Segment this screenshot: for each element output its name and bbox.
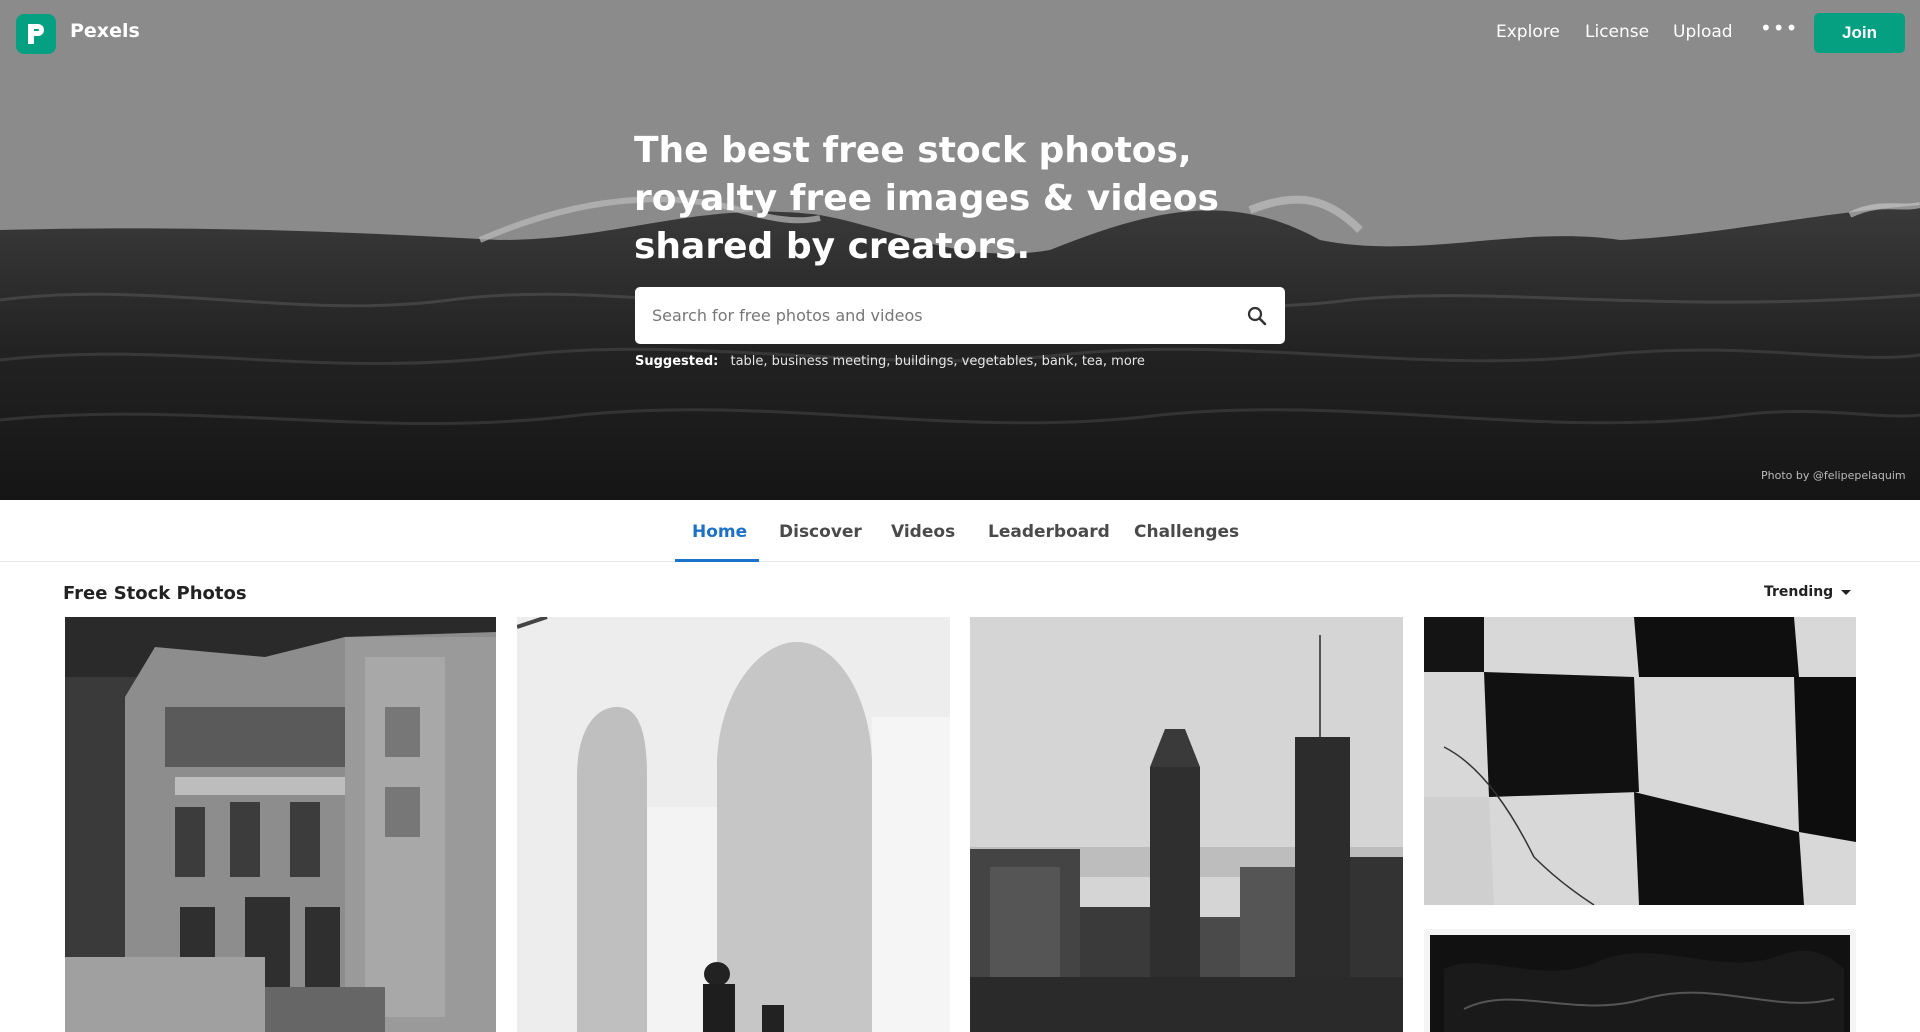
ellipsis-icon[interactable]: •••: [1760, 18, 1797, 44]
content-tabs: Home Discover Videos Leaderboard Challen…: [0, 500, 1920, 562]
tab-leaderboard[interactable]: Leaderboard: [988, 522, 1110, 542]
top-navigation: Pexels Explore License Upload ••• Join: [0, 0, 1920, 66]
search-bar: [635, 287, 1285, 344]
search-icon[interactable]: [1245, 304, 1269, 328]
search-input[interactable]: [652, 287, 1212, 344]
building-photo-image: [65, 617, 496, 1032]
tab-videos[interactable]: Videos: [891, 522, 955, 542]
join-button[interactable]: Join: [1814, 13, 1905, 53]
tab-discover[interactable]: Discover: [779, 522, 862, 542]
suggested-items[interactable]: table, business meeting, buildings, vege…: [730, 354, 1144, 369]
arches-photo-image: [517, 617, 950, 1032]
hero-banner: Pexels Explore License Upload ••• Join T…: [0, 0, 1920, 500]
suggested-label: Suggested:: [635, 354, 719, 369]
nav-link-license[interactable]: License: [1585, 22, 1649, 42]
nav-link-explore[interactable]: Explore: [1496, 22, 1560, 42]
photo-tree-frame[interactable]: [1424, 929, 1856, 1032]
pexels-p-icon: [28, 24, 44, 44]
caret-down-icon: [1841, 589, 1852, 595]
brand-name[interactable]: Pexels: [70, 20, 140, 42]
section-title: Free Stock Photos: [63, 583, 247, 604]
sort-dropdown[interactable]: Trending: [1764, 584, 1852, 600]
active-tab-indicator: [675, 559, 759, 562]
sort-label: Trending: [1764, 584, 1834, 600]
photo-city-skyline[interactable]: [970, 617, 1403, 1032]
hero-title: The best free stock photos, royalty free…: [634, 130, 1219, 267]
nav-link-upload[interactable]: Upload: [1673, 22, 1733, 42]
photo-credit[interactable]: Photo by @felipepelaquim: [1761, 469, 1906, 482]
skyline-photo-image: [970, 617, 1403, 1032]
suggested-searches: Suggested: table, business meeting, buil…: [635, 354, 1145, 369]
tree-frame-photo-image: [1424, 929, 1856, 1032]
photo-checkered-water[interactable]: [1424, 617, 1856, 905]
tab-challenges[interactable]: Challenges: [1134, 522, 1239, 542]
tab-home[interactable]: Home: [692, 522, 747, 542]
photo-building[interactable]: [65, 617, 496, 1032]
pexels-logo-icon[interactable]: [16, 14, 56, 54]
checkered-water-photo-image: [1424, 617, 1856, 905]
photo-arches[interactable]: [517, 617, 950, 1032]
